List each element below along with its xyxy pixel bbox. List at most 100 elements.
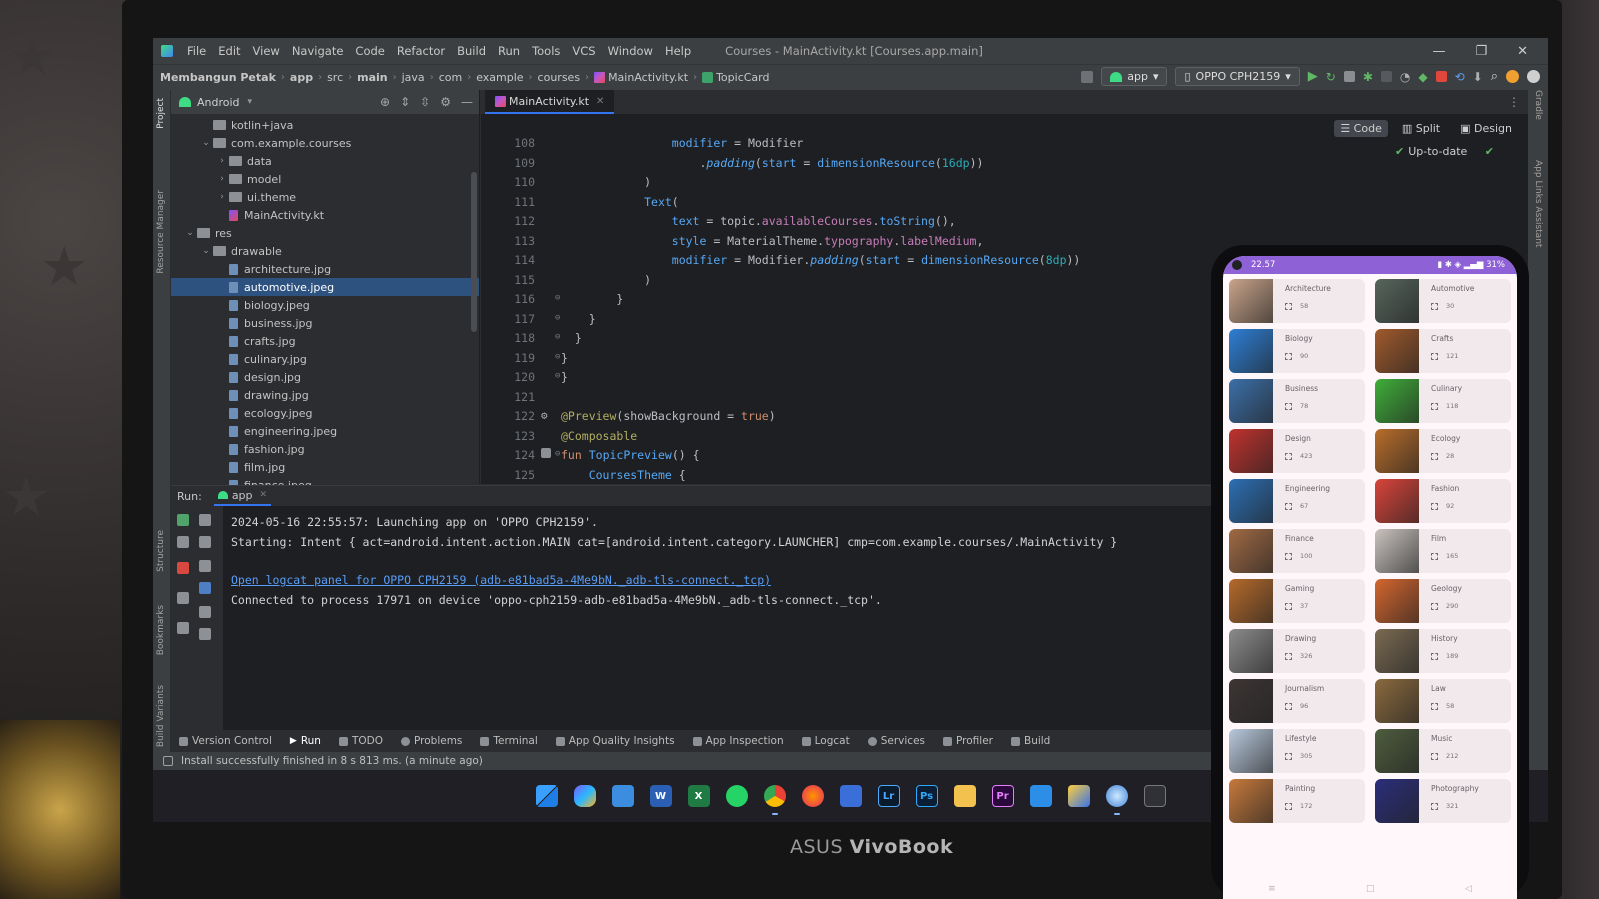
close-icon[interactable]: ✕ [1517,44,1528,59]
tree-item[interactable]: ecology.jpeg [171,404,479,422]
code-line[interactable]: ) [561,273,651,287]
chevron-right-icon[interactable]: › [215,156,229,166]
menu-refactor[interactable]: Refactor [397,44,445,58]
tool-tab-run[interactable]: ▶ Run [290,735,321,747]
topic-card[interactable]: History 189 [1375,629,1511,673]
tool-tab-problems[interactable]: Problems [401,735,462,747]
tree-item[interactable]: ⌄ com.example.courses [171,134,479,152]
vscode-icon[interactable] [1029,785,1052,807]
minimize-icon[interactable]: — [1432,44,1445,59]
fold-marker-icon[interactable]: ⊖ [555,332,560,342]
close-tab-icon[interactable]: ✕ [260,490,268,500]
run-config-dropdown[interactable]: app ▾ [1101,67,1168,86]
menu-navigate[interactable]: Navigate [292,44,344,58]
code-line[interactable]: modifier = Modifier [561,136,804,150]
tool-tab-todo[interactable]: TODO [338,735,383,747]
topic-card[interactable]: Music 212 [1375,729,1511,773]
expand-all-icon[interactable]: ⇕ [400,95,410,109]
topic-card[interactable]: Geology 290 [1375,579,1511,623]
windows-start-icon[interactable] [535,785,558,807]
topic-card[interactable]: Lifestyle 305 [1229,729,1365,773]
lightroom-icon[interactable]: Lr [877,785,900,807]
tree-item[interactable]: fashion.jpg [171,440,479,458]
breadcrumb-module[interactable]: app [290,71,313,84]
structure-tool-button[interactable]: Structure [156,530,166,572]
topic-card[interactable]: Photography 321 [1375,779,1511,823]
collapse-all-icon[interactable]: ⇳ [420,95,430,109]
menu-edit[interactable]: Edit [218,44,240,58]
locate-file-icon[interactable]: ⊕ [380,95,390,109]
whatsapp-icon[interactable] [725,785,748,807]
back-icon[interactable]: ◁ [1465,884,1472,894]
code-line[interactable]: Text( [561,195,679,209]
search-icon[interactable]: ⌕ [1491,69,1498,84]
menu-help[interactable]: Help [665,44,691,58]
chevron-down-icon[interactable]: ⌄ [199,246,213,256]
tree-item[interactable]: › data [171,152,479,170]
tree-item[interactable]: automotive.jpeg [171,278,479,296]
home-icon[interactable]: □ [1366,884,1375,894]
tree-item[interactable]: drawing.jpg [171,386,479,404]
account-icon[interactable] [1527,70,1540,83]
debug-icon[interactable]: ✱ [1363,70,1373,84]
wrench-icon[interactable] [177,536,189,548]
layout-icon[interactable] [177,592,189,604]
rerun-icon[interactable] [177,514,189,526]
topic-card[interactable]: Biology 90 [1229,329,1365,373]
fold-marker-icon[interactable]: ⊖ [555,371,560,381]
chevron-down-icon[interactable]: ⌄ [183,228,197,238]
tree-item[interactable]: engineering.jpeg [171,422,479,440]
excel-icon[interactable]: X [687,785,710,807]
tool-tab-profiler[interactable]: Profiler [943,735,993,747]
chrome-icon[interactable] [763,785,786,815]
menu-tools[interactable]: Tools [532,44,560,58]
hammer-icon[interactable] [1081,70,1094,83]
topic-card[interactable]: Crafts 121 [1375,329,1511,373]
tool-tab-version-control[interactable]: Version Control [179,735,272,747]
device-manager-icon[interactable]: ◆ [1418,70,1427,84]
preview-run-icon[interactable] [541,448,551,458]
tool-tab-app-inspection[interactable]: App Inspection [692,735,784,747]
code-line[interactable]: } [561,370,568,384]
menu-view[interactable]: View [253,44,280,58]
menu-code[interactable]: Code [355,44,384,58]
menu-vcs[interactable]: VCS [572,44,595,58]
tree-item[interactable]: architecture.jpg [171,260,479,278]
run-play-icon[interactable]: ▶ [1308,69,1318,84]
code-line[interactable]: .padding(start = dimensionResource(16dp)… [561,156,983,170]
apply-code-changes-icon[interactable] [1343,71,1355,82]
file-explorer-icon[interactable] [953,785,976,807]
gradle-tool-button[interactable]: Gradle [1533,90,1543,120]
topic-card[interactable]: Law 58 [1375,679,1511,723]
hide-panel-icon[interactable]: — [461,95,473,109]
topic-card[interactable]: Design 423 [1229,429,1365,473]
tab-main-activity[interactable]: MainActivity.kt ✕ [485,90,615,114]
app-icon[interactable] [1067,785,1090,807]
run-console[interactable]: 2024-05-16 22:55:57: Launching app on 'O… [231,512,1117,610]
chevron-down-icon[interactable]: ⌄ [199,138,213,148]
bookmarks-tool-button[interactable]: Bookmarks [156,605,166,655]
print-icon[interactable] [199,606,211,618]
premiere-icon[interactable]: Pr [991,785,1014,807]
breadcrumb-com[interactable]: com [439,71,463,84]
topic-card[interactable]: Drawing 326 [1229,629,1365,673]
terminal-icon[interactable] [1143,785,1166,807]
more-options-icon[interactable]: ⋮ [1508,95,1520,109]
tree-item[interactable]: ⌄ res [171,224,479,242]
attach-debugger-icon[interactable] [1380,71,1392,82]
topic-card[interactable]: Architecture 58 [1229,279,1365,323]
tree-item[interactable]: culinary.jpg [171,350,479,368]
desktop-icon[interactable] [611,785,634,807]
photoshop-icon[interactable]: Ps [915,785,938,807]
tree-item[interactable]: design.jpg [171,368,479,386]
project-view-selector[interactable]: Android [197,96,240,109]
code-line[interactable]: style = MaterialTheme.typography.labelMe… [561,234,984,248]
stop-icon[interactable] [1435,71,1447,82]
code-line[interactable]: text = topic.availableCourses.toString()… [561,214,956,228]
status-message[interactable]: Install successfully finished in 8 s 813… [181,755,483,767]
pin-icon[interactable] [177,622,189,634]
breadcrumb-file[interactable]: MainActivity.kt [608,71,688,84]
breadcrumb-main[interactable]: main [357,71,388,84]
menu-run[interactable]: Run [498,44,520,58]
breadcrumb-courses[interactable]: courses [538,71,581,84]
